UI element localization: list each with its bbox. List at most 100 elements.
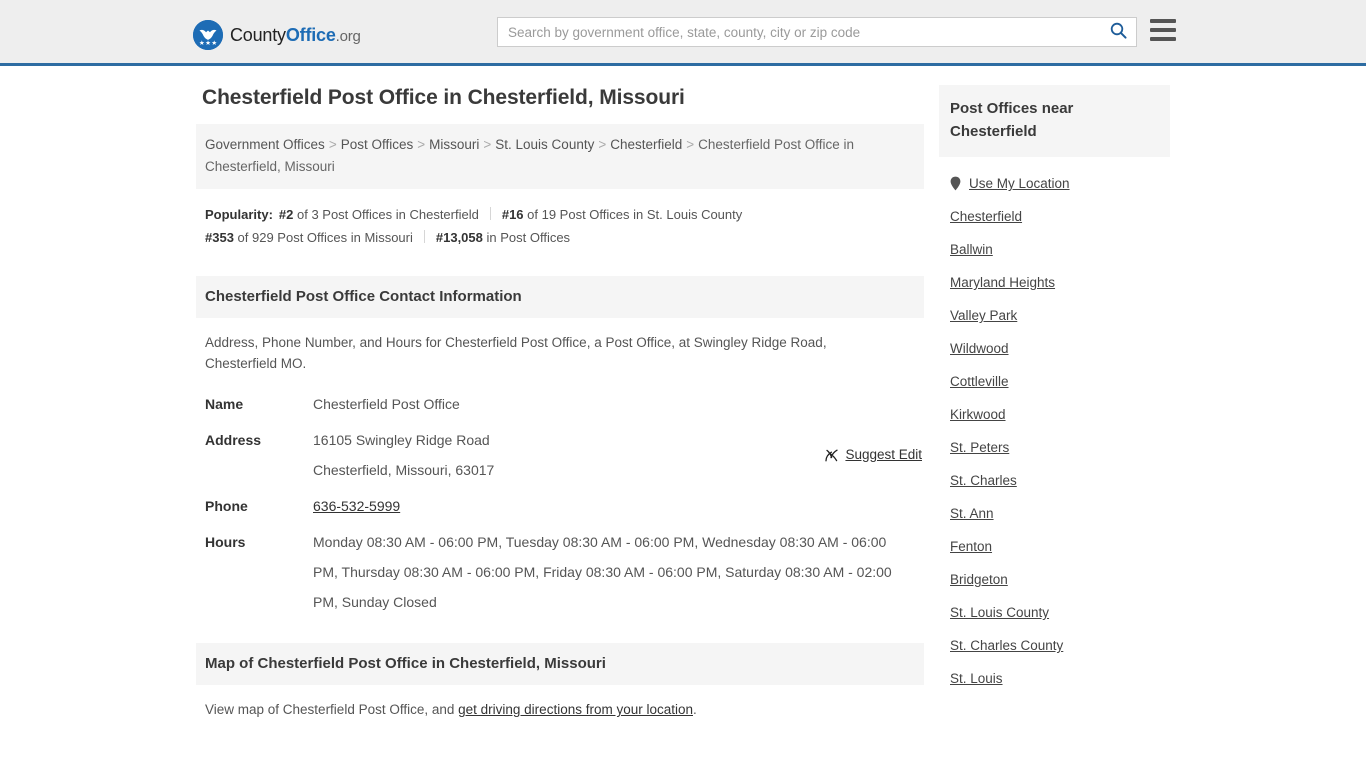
popularity-label: Popularity:: [205, 207, 273, 222]
popularity-item: #13,058 in Post Offices: [435, 230, 571, 245]
map-desc-after: .: [693, 702, 697, 717]
sidebar-link-label[interactable]: Valley Park: [950, 308, 1017, 323]
contact-section-description: Address, Phone Number, and Hours for Che…: [205, 335, 827, 371]
detail-row-key: Address: [205, 432, 262, 448]
sidebar-links: Use My Location Chesterfield Ballwin Maryl…: [939, 157, 1170, 695]
detail-value-text: Chesterfield Post Office: [313, 396, 460, 412]
menu-bar-2: [1150, 28, 1176, 32]
sidebar-link-label[interactable]: Fenton: [950, 539, 992, 554]
sidebar-item-st-charles[interactable]: St. Charles: [939, 464, 1170, 497]
site-logo-text: CountyOffice.org: [230, 25, 361, 46]
detail-row-value: 636-532-5999: [304, 488, 924, 524]
sidebar-item-st-louis[interactable]: St. Louis: [939, 662, 1170, 695]
sidebar-item-maryland-heights[interactable]: Maryland Heights: [939, 266, 1170, 299]
suggest-edit-label: Suggest Edit: [845, 447, 922, 462]
sidebar-link-label[interactable]: Kirkwood: [950, 407, 1006, 422]
contact-detail-table: Name Chesterfield Post Office Address 16105…: [196, 386, 924, 620]
driving-directions-link[interactable]: get driving directions from your locatio…: [458, 702, 693, 717]
sidebar-link-label[interactable]: St. Louis: [950, 671, 1003, 686]
breadcrumb-link[interactable]: Missouri: [429, 137, 479, 152]
sidebar-item-valley-park[interactable]: Valley Park: [939, 299, 1170, 332]
search-button[interactable]: [1100, 18, 1136, 46]
map-section-description: View map of Chesterfield Post Office, an…: [196, 685, 924, 720]
detail-row: Hours Monday 08:30 AM - 06:00 PM, Tuesday…: [196, 524, 924, 620]
sidebar-link-label[interactable]: Cottleville: [950, 374, 1009, 389]
sidebar-link-label[interactable]: St. Charles: [950, 473, 1017, 488]
map-desc-before: View map of Chesterfield Post Office, an…: [205, 702, 459, 717]
hamburger-menu-icon[interactable]: [1150, 19, 1176, 41]
sidebar-item-wildwood[interactable]: Wildwood: [939, 332, 1170, 365]
breadcrumb-separator: >: [686, 137, 695, 152]
sidebar-link-label[interactable]: Chesterfield: [950, 209, 1022, 224]
main-content-column: Chesterfield Post Office in Chesterfield…: [196, 85, 924, 720]
eagle-shield-logo-icon: [193, 20, 223, 50]
detail-row: Name Chesterfield Post Office: [196, 386, 924, 422]
popularity-divider: [489, 207, 491, 220]
popularity-item: #353 of 929 Post Offices in Missouri: [205, 230, 413, 245]
popularity-item: #16 of 19 Post Offices in St. Louis Coun…: [501, 207, 743, 222]
sidebar-item-st-louis-county[interactable]: St. Louis County: [939, 596, 1170, 629]
site-logo-link[interactable]: CountyOffice.org: [193, 20, 361, 50]
breadcrumb-link[interactable]: Chesterfield: [610, 137, 682, 152]
search-bar: [497, 17, 1137, 47]
sidebar-link-label[interactable]: Maryland Heights: [950, 275, 1055, 290]
edit-pencil-icon: [824, 448, 839, 463]
sidebar-link-label[interactable]: Wildwood: [950, 341, 1009, 356]
sidebar-link-label[interactable]: Ballwin: [950, 242, 993, 257]
menu-bar-3: [1150, 37, 1176, 41]
breadcrumb-link[interactable]: Government Offices: [205, 137, 325, 152]
breadcrumb: Government Offices > Post Offices > Missouri…: [196, 124, 924, 189]
detail-row: Address 16105 Swingley Ridge Road Chesterf…: [196, 422, 924, 488]
breadcrumb-link[interactable]: St. Louis County: [495, 137, 594, 152]
sidebar-item-use-my-location[interactable]: Use My Location: [939, 167, 1170, 200]
sidebar-item-ballwin[interactable]: Ballwin: [939, 233, 1170, 266]
sidebar-link-label[interactable]: St. Ann: [950, 506, 994, 521]
sidebar-item-st-peters[interactable]: St. Peters: [939, 431, 1170, 464]
detail-row-key: Name: [205, 396, 244, 412]
site-header: CountyOffice.org: [0, 0, 1366, 66]
sidebar-item-chesterfield[interactable]: Chesterfield: [939, 200, 1170, 233]
sidebar-link-label[interactable]: St. Louis County: [950, 605, 1049, 620]
popularity-rank: #2: [278, 207, 294, 222]
sidebar-link-label[interactable]: St. Charles County: [950, 638, 1063, 653]
search-input[interactable]: [498, 18, 1100, 46]
sidebar-item-kirkwood[interactable]: Kirkwood: [939, 398, 1170, 431]
sidebar-link-label[interactable]: St. Peters: [950, 440, 1009, 455]
sidebar-item-st-ann[interactable]: St. Ann: [939, 497, 1170, 530]
popularity-item: #2 of 3 Post Offices in Chesterfield: [278, 207, 479, 222]
search-icon: [1110, 22, 1127, 42]
breadcrumb-separator: >: [598, 137, 607, 152]
phone-link[interactable]: 636-532-5999: [313, 498, 400, 514]
page-title: Chesterfield Post Office in Chesterfield…: [202, 86, 685, 109]
breadcrumb-separator: >: [417, 137, 426, 152]
breadcrumb-link[interactable]: Post Offices: [341, 137, 414, 152]
popularity-divider: [423, 230, 425, 243]
use-my-location-link[interactable]: Use My Location: [969, 176, 1070, 191]
detail-value-text: Monday 08:30 AM - 06:00 PM, Tuesday 08:3…: [313, 534, 892, 610]
popularity-rank: #16: [501, 207, 524, 222]
logo-text-tld: .org: [335, 27, 361, 45]
popularity-bar: Popularity: #2 of 3 Post Offices in Chest…: [196, 189, 924, 253]
popularity-rank: #13,058: [435, 230, 483, 245]
detail-row-key: Phone: [205, 498, 248, 514]
contact-section-heading: Chesterfield Post Office Contact Informa…: [196, 276, 924, 318]
map-section-heading: Map of Chesterfield Post Office in Chest…: [196, 643, 924, 685]
detail-row-value: Chesterfield Post Office: [304, 386, 924, 422]
breadcrumb-separator: >: [483, 137, 492, 152]
menu-bar-1: [1150, 19, 1176, 23]
sidebar: Post Offices near Chesterfield Use My Lo…: [939, 85, 1170, 695]
logo-text-county: County: [230, 24, 286, 45]
page-body: Chesterfield Post Office in Chesterfield…: [0, 66, 1366, 717]
sidebar-item-st-charles-county[interactable]: St. Charles County: [939, 629, 1170, 662]
detail-row-key: Hours: [205, 534, 246, 550]
detail-row: Phone 636-532-5999: [196, 488, 924, 524]
sidebar-heading: Post Offices near Chesterfield: [939, 85, 1170, 157]
sidebar-item-cottleville[interactable]: Cottleville: [939, 365, 1170, 398]
sidebar-item-bridgeton[interactable]: Bridgeton: [939, 563, 1170, 596]
detail-row-value: Monday 08:30 AM - 06:00 PM, Tuesday 08:3…: [304, 524, 924, 620]
breadcrumb-separator: >: [328, 137, 337, 152]
sidebar-link-label[interactable]: Bridgeton: [950, 572, 1008, 587]
map-pin-icon: [950, 176, 961, 191]
suggest-edit-button[interactable]: Suggest Edit: [824, 445, 922, 465]
sidebar-item-fenton[interactable]: Fenton: [939, 530, 1170, 563]
